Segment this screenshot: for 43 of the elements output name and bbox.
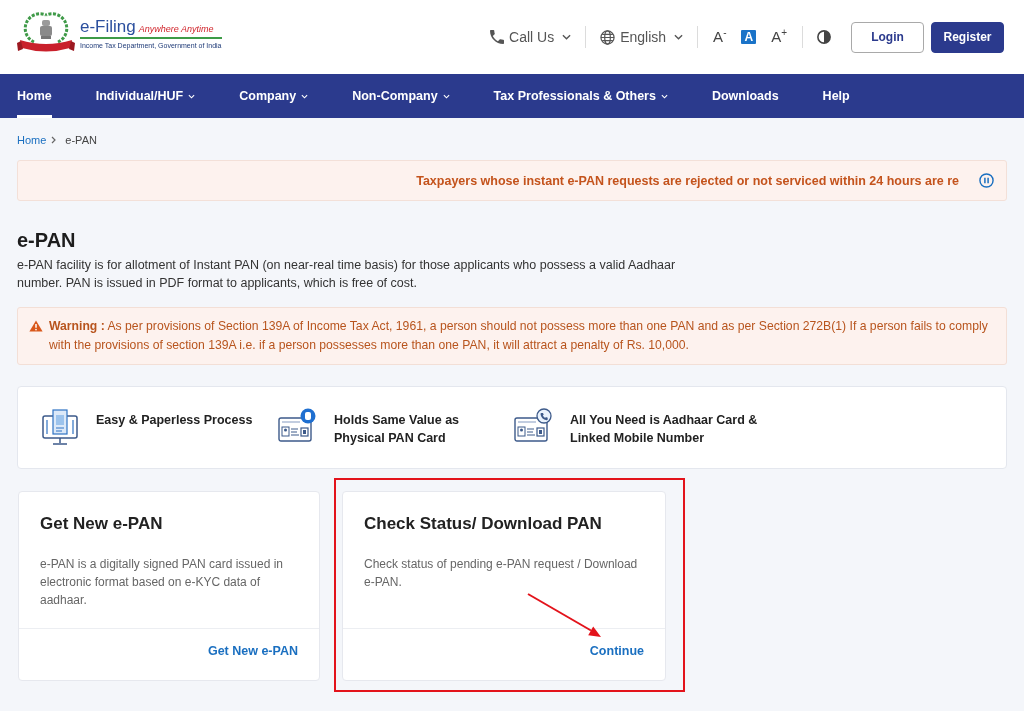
- feature-text: All You Need is Aadhaar Card & Linked Mobile Number: [570, 412, 759, 447]
- text-size-button[interactable]: A$^{-}$: [712, 28, 728, 46]
- id-card-badge-icon: [278, 408, 316, 444]
- nav-item[interactable]: Tax Professionals & Others: [493, 74, 668, 118]
- card-description: e-PAN is a digitally signed PAN card issued in electronic format based on e-KYC data of aadhaar.: [40, 556, 284, 609]
- id-card-phone-icon: [514, 408, 552, 444]
- contrast-icon[interactable]: [817, 30, 831, 44]
- language-dropdown[interactable]: English: [600, 29, 684, 45]
- nav-item[interactable]: Individual/HUF: [95, 74, 196, 118]
- card-description: Check status of pending e-PAN request / Download e-PAN.: [364, 556, 639, 591]
- nav-item[interactable]: Help: [822, 74, 850, 118]
- breadcrumb-current: e-PAN: [65, 134, 97, 146]
- nav-item[interactable]: Downloads: [711, 74, 779, 118]
- feature-text: Easy & Paperless Process: [96, 412, 253, 429]
- page-title: e-PAN: [17, 228, 76, 252]
- caret-icon: [562, 34, 572, 40]
- card-link[interactable]: Get New e-PAN: [207, 642, 298, 659]
- login-button[interactable]: Login: [851, 21, 924, 53]
- monitor-document-icon: [42, 408, 78, 446]
- logo-tagline: Anywhere Anytime: [138, 23, 214, 34]
- chevron-icon: [51, 136, 57, 144]
- pause-icon[interactable]: [979, 173, 994, 188]
- warning-icon: [29, 320, 43, 332]
- feature-text: Holds Same Value as Physical PAN Card: [334, 412, 461, 447]
- phone-icon: [490, 30, 505, 44]
- logo-title: e-Filing: [80, 16, 136, 36]
- card-title: Get New e-PAN: [40, 513, 164, 535]
- emblem-icon: [17, 12, 75, 54]
- breadcrumb-link[interactable]: Home: [17, 134, 47, 146]
- nav-item[interactable]: Non-Company: [352, 74, 450, 118]
- card-link[interactable]: Continue: [589, 642, 644, 659]
- nav-item[interactable]: Company: [239, 74, 309, 118]
- text-size-button[interactable]: A$^{+}$: [770, 28, 788, 46]
- text-size-button[interactable]: A: [741, 30, 757, 44]
- warning-text: Warning : As per provisions of Section 139A of Income Tax Act, 1961, a person should not possess more than one PAN and as per Section 272B(1) If a person fails to comply with the provisions of section 139A i.e. if a person possesses more than one PAN, it will attract a penalty of Rs. 10,000.: [49, 318, 989, 354]
- register-button[interactable]: Register: [931, 21, 1004, 53]
- announcement-text: Taxpayers whose instant e-PAN requests are rejected or not serviced within 24 hours are re: [416, 173, 959, 188]
- globe-icon: [600, 29, 616, 45]
- nav-item[interactable]: Home: [17, 74, 52, 118]
- card-title: Check Status/ Download PAN: [364, 513, 603, 535]
- call-us-dropdown[interactable]: Call Us: [490, 29, 572, 45]
- caret-icon: [674, 34, 684, 40]
- page-description: e-PAN facility is for allotment of Instant PAN (on near-real time basis) for those applicants who possess a valid Aadhaar number. PAN is issued in PDF format to applicants, which is free of cost.: [17, 257, 677, 292]
